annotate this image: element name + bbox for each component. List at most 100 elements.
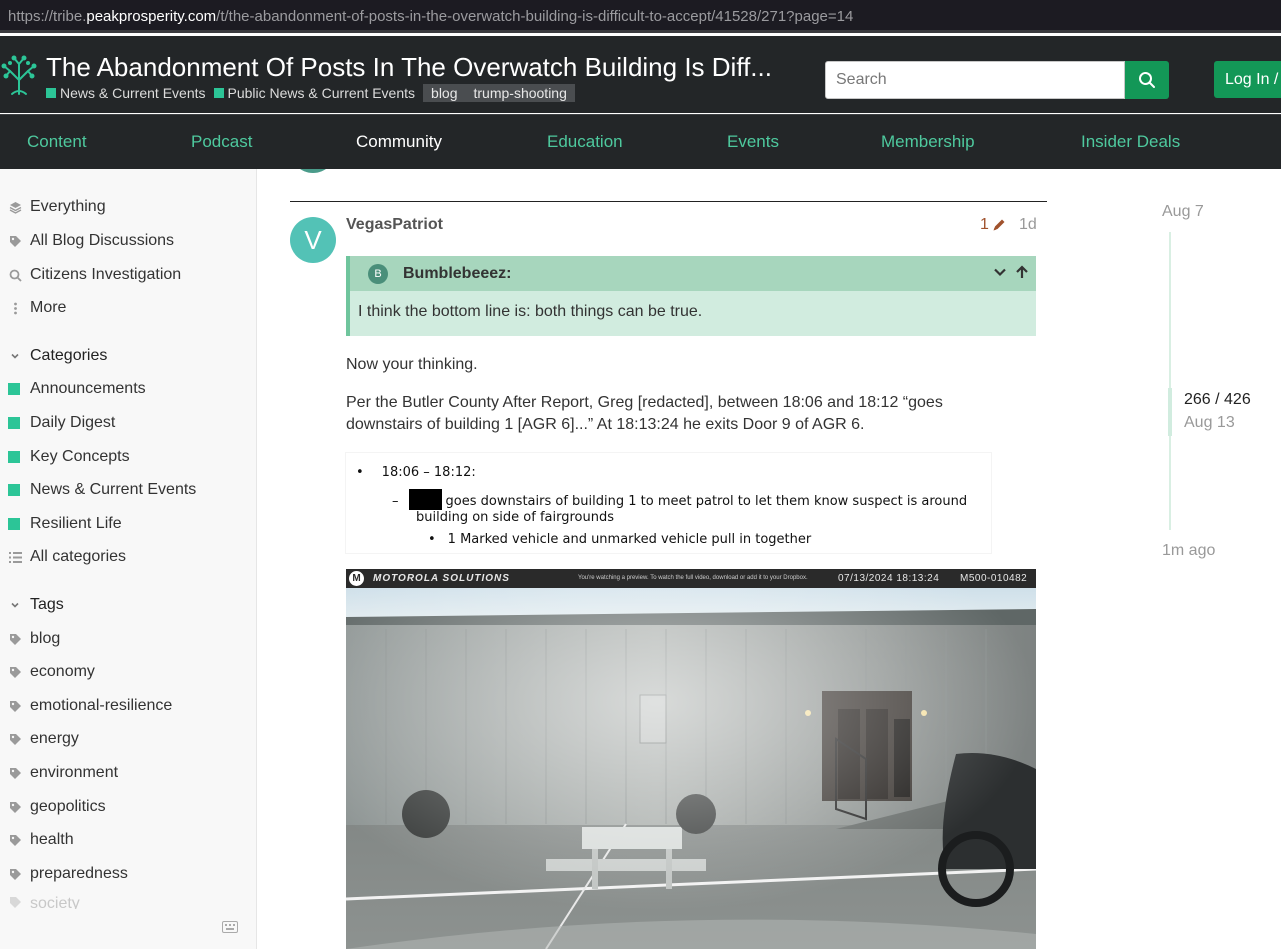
sidebar-all-categories[interactable]: All categories	[8, 545, 126, 569]
search-icon	[8, 268, 22, 282]
post-paragraph-line: downstairs of building 1 [AGR 6]...” At …	[346, 416, 865, 433]
sidebar-category-key-concepts[interactable]: Key Concepts	[8, 445, 130, 469]
topic-tags: blog trump-shooting	[423, 84, 575, 102]
category-label: Daily Digest	[30, 414, 116, 431]
keyboard-shortcuts-icon[interactable]	[222, 921, 238, 933]
sidebar-tag-energy[interactable]: energy	[8, 727, 79, 751]
report-line: – goes downstairs of building 1 to meet p…	[392, 489, 967, 510]
tag-label: environment	[30, 764, 119, 781]
quote-header[interactable]: B Bumblebeeez:	[346, 256, 1036, 291]
category-label: Announcements	[30, 380, 146, 397]
sidebar-category-news-current-events[interactable]: News & Current Events	[8, 478, 196, 502]
tag-label: health	[30, 831, 74, 848]
sidebar-tag-blog[interactable]: blog	[8, 627, 60, 651]
sidebar-item-label: More	[30, 299, 67, 316]
camera-overlay-bar: M MOTOROLA SOLUTIONS You're watching a p…	[346, 569, 1036, 588]
tag-icon	[8, 699, 22, 713]
sidebar-tag-economy[interactable]: economy	[8, 660, 95, 684]
timeline-handle[interactable]	[1168, 388, 1172, 436]
post-paragraph-line: Per the Butler County After Report, Greg…	[346, 394, 943, 411]
timeline-start-date[interactable]: Aug 7	[1162, 203, 1204, 221]
post-paragraph: Now your thinking.	[346, 356, 478, 373]
tag-link[interactable]: blog	[431, 84, 457, 102]
camera-timestamp: 07/13/2024 18:13:24	[838, 573, 940, 584]
sidebar-item-citizens-investigation[interactable]: Citizens Investigation	[8, 263, 181, 287]
search-input[interactable]: Search	[825, 61, 1125, 99]
category-label: Resilient Life	[30, 515, 122, 532]
category-color-square	[8, 383, 20, 395]
sidebar[interactable]: Everything All Blog Discussions Citizens…	[0, 169, 257, 949]
tag-label: economy	[30, 663, 95, 680]
browser-url-bar[interactable]: https://tribe.peakprosperity.com/t/the-a…	[0, 0, 1281, 33]
url-host: peakprosperity.com	[86, 8, 217, 25]
post-divider	[290, 201, 1047, 202]
tag-icon	[8, 895, 22, 909]
edit-history-button[interactable]: 1	[980, 216, 1007, 234]
main-nav: Content Podcast Community Education Even…	[0, 114, 1281, 169]
sidebar-category-daily-digest[interactable]: Daily Digest	[8, 411, 115, 435]
category-label: News & Current Events	[60, 85, 206, 101]
nav-insider-deals[interactable]: Insider Deals	[1081, 132, 1180, 152]
tag-icon	[8, 234, 22, 248]
layers-icon	[8, 200, 22, 214]
sidebar-item-more[interactable]: More	[8, 296, 66, 320]
chevron-down-icon	[8, 349, 22, 363]
pencil-icon	[993, 219, 1005, 231]
sidebar-item-all-blog-discussions[interactable]: All Blog Discussions	[8, 229, 174, 253]
post-author[interactable]: VegasPatriot	[346, 216, 443, 234]
timeline-track[interactable]	[1169, 232, 1171, 530]
nav-membership[interactable]: Membership	[881, 132, 975, 152]
camera-device-id: M500-010482	[960, 573, 1028, 584]
arrow-up-icon[interactable]	[1014, 264, 1030, 280]
nav-community[interactable]: Community	[356, 132, 442, 152]
tags-section-toggle[interactable]: Tags	[8, 593, 64, 617]
tag-label: geopolitics	[30, 798, 106, 815]
post-paragraph: Per the Butler County After Report, Greg…	[346, 392, 943, 436]
sidebar-tag-environment[interactable]: environment	[8, 761, 118, 785]
category-color-square	[8, 417, 20, 429]
tag-icon	[8, 665, 22, 679]
topic-title[interactable]: The Abandonment Of Posts In The Overwatc…	[46, 52, 772, 83]
sidebar-item-everything[interactable]: Everything	[8, 195, 106, 219]
sidebar-tag-emotional-resilience[interactable]: emotional-resilience	[8, 694, 172, 718]
nav-content[interactable]: Content	[27, 132, 87, 152]
avatar: B	[368, 263, 388, 284]
quote-author: Bumblebeeez:	[403, 264, 512, 282]
search-button[interactable]	[1125, 61, 1169, 99]
category-link[interactable]: News & Current Events	[46, 85, 206, 101]
tag-label: blog	[30, 630, 61, 647]
tree-logo-icon[interactable]	[0, 54, 38, 96]
categories-section-toggle[interactable]: Categories	[8, 344, 107, 368]
camera-brand: MOTOROLA SOLUTIONS	[373, 573, 510, 584]
tag-icon	[8, 833, 22, 847]
breadcrumb: News & Current Events Public News & Curr…	[46, 84, 575, 102]
sidebar-tag-society[interactable]: society	[8, 895, 80, 909]
tag-icon	[8, 867, 22, 881]
previous-post-avatar[interactable]	[290, 169, 336, 173]
categories-heading: Categories	[30, 347, 108, 364]
tag-icon	[8, 800, 22, 814]
chevron-down-icon[interactable]	[992, 264, 1008, 280]
nav-events[interactable]: Events	[727, 132, 779, 152]
tag-label: energy	[30, 730, 79, 747]
sidebar-tag-geopolitics[interactable]: geopolitics	[8, 795, 106, 819]
sidebar-tag-preparedness[interactable]: preparedness	[8, 862, 128, 886]
category-label: News & Current Events	[30, 481, 197, 498]
tag-link[interactable]: trump-shooting	[474, 84, 567, 102]
tag-label: emotional-resilience	[30, 697, 173, 714]
sidebar-item-label: Everything	[30, 198, 106, 215]
nav-education[interactable]: Education	[547, 132, 623, 152]
report-excerpt-image[interactable]: • 18:06 – 18:12: – goes downstairs of buil…	[346, 453, 991, 553]
login-button[interactable]: Log In /	[1214, 61, 1281, 98]
sidebar-category-announcements[interactable]: Announcements	[8, 377, 146, 401]
post-age[interactable]: 1d	[1019, 216, 1037, 234]
timeline-end-label[interactable]: 1m ago	[1162, 542, 1215, 560]
sidebar-tag-health[interactable]: health	[8, 828, 74, 852]
sidebar-category-resilient-life[interactable]: Resilient Life	[8, 512, 122, 536]
timeline-position: 266 / 426	[1184, 391, 1251, 408]
subcategory-link[interactable]: Public News & Current Events	[213, 85, 415, 101]
camera-preview-note: You're watching a preview. To watch the …	[578, 575, 808, 581]
nav-podcast[interactable]: Podcast	[191, 132, 252, 152]
avatar[interactable]: V	[290, 217, 336, 263]
dashcam-image[interactable]: M MOTOROLA SOLUTIONS You're watching a p…	[346, 569, 1036, 949]
